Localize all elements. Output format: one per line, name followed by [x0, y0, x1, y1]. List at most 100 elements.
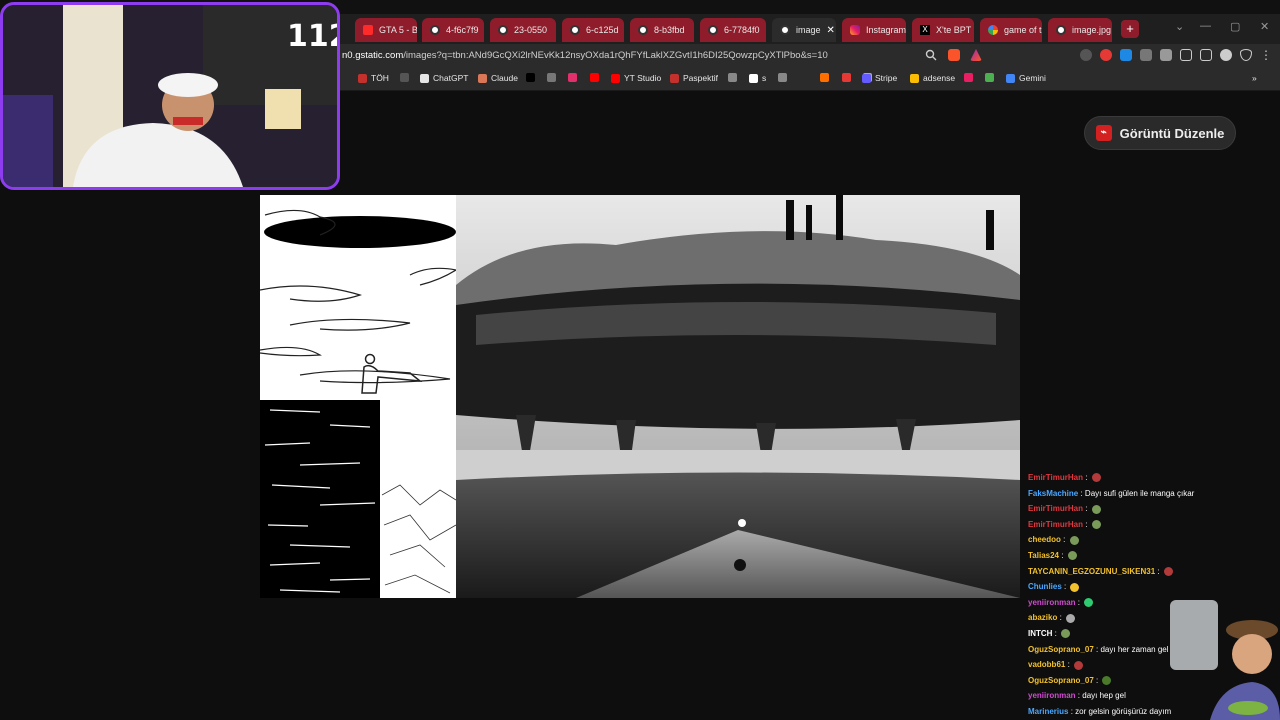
- bookmark-9[interactable]: Paspektif: [670, 73, 718, 83]
- chat-message: cheedoo :: [1028, 532, 1280, 548]
- bookmark-8[interactable]: YT Studio: [611, 73, 661, 83]
- tab-2[interactable]: 23-0550: [490, 18, 556, 42]
- chat-emote-icon: [1102, 676, 1112, 686]
- instagram-icon: [850, 25, 860, 35]
- chat-separator: :: [1093, 675, 1101, 685]
- bookmark-favicon-icon: [728, 73, 737, 82]
- close-icon[interactable]: ✕: [1260, 20, 1269, 33]
- chat-username: abaziko: [1028, 613, 1058, 623]
- sidebar-icon[interactable]: [1180, 49, 1192, 61]
- chat-separator: :: [1155, 566, 1162, 576]
- bookmark-11[interactable]: s: [749, 73, 766, 83]
- tab-6[interactable]: image ✕: [772, 18, 836, 42]
- chat-username: OguzSoprano_07: [1028, 644, 1094, 654]
- edit-image-label: Görüntü Düzenle: [1119, 125, 1225, 141]
- chat-username: FaksMachine: [1028, 488, 1079, 498]
- tab-4[interactable]: 8-b3fbd: [630, 18, 694, 42]
- bookmark-0[interactable]: TÖH: [358, 73, 389, 83]
- bookmark-16[interactable]: Stripe: [862, 73, 897, 83]
- tab-9[interactable]: game of t: [980, 18, 1042, 42]
- chevron-down-icon[interactable]: ⌄: [1175, 20, 1184, 33]
- bookmark-13[interactable]: [820, 73, 829, 82]
- bookmark-favicon-icon: [400, 73, 409, 82]
- bookmark-14[interactable]: [842, 73, 851, 82]
- zoom-icon[interactable]: [925, 49, 937, 61]
- chat-username: EmirTimurHan: [1028, 473, 1083, 482]
- tab-5[interactable]: 6-7784f0: [700, 18, 766, 42]
- chat-separator: :: [1052, 628, 1060, 638]
- puzzle-icon[interactable]: [1160, 49, 1172, 61]
- chat-separator: :: [1060, 535, 1068, 545]
- bookmark-3[interactable]: Claude: [478, 73, 518, 83]
- chat-emote-icon: [1070, 582, 1080, 592]
- tab-label: 6-c125d: [586, 25, 619, 35]
- bookmark-2[interactable]: ChatGPT: [420, 73, 468, 83]
- menu-icon[interactable]: ⋮: [1260, 49, 1272, 61]
- tab-7[interactable]: Instagram: [842, 18, 906, 42]
- tab-label: 8-b3fbd: [654, 25, 685, 35]
- bookmark-20[interactable]: Gemini: [1006, 73, 1046, 83]
- shield-icon[interactable]: [1240, 49, 1252, 61]
- url-text[interactable]: n0.gstatic.com/images?q=tbn:ANd9GcQXi2lr…: [342, 50, 828, 61]
- tab-label: 4-f6c7f9: [446, 25, 479, 35]
- wallet-icon[interactable]: [1200, 49, 1212, 61]
- acrobat-icon: ⌁: [1095, 125, 1112, 141]
- bookmark-18[interactable]: [964, 73, 973, 82]
- profile-icon[interactable]: [1220, 49, 1232, 61]
- bookmark-6[interactable]: [568, 73, 577, 82]
- painting-panel: [456, 195, 1020, 598]
- sketch-panel: [260, 195, 456, 598]
- extension-icon-1[interactable]: [1080, 49, 1092, 61]
- chat-message: EmirTimurHan :: [1028, 501, 1280, 517]
- tab-0[interactable]: GTA 5 - B: [355, 18, 417, 42]
- bookmark-4[interactable]: [526, 73, 535, 82]
- new-tab-button[interactable]: +: [1121, 20, 1139, 38]
- bookmark-19[interactable]: [985, 73, 994, 82]
- bookmark-12[interactable]: [778, 73, 787, 82]
- chat-emote-icon: [1066, 613, 1076, 623]
- chat-username: INTCH: [1028, 628, 1053, 638]
- chat-username: Marinerius: [1028, 706, 1069, 716]
- bookmark-5[interactable]: [547, 73, 556, 82]
- bookmark-favicon-icon: [862, 73, 871, 83]
- extension-icon-3[interactable]: [1120, 49, 1132, 61]
- globe-icon: [780, 25, 790, 35]
- bookmark-7[interactable]: [590, 73, 599, 82]
- streamer-avatar-overlay: [1170, 600, 1280, 720]
- brave-rewards-icon[interactable]: [970, 49, 982, 61]
- chat-emote-icon: [1061, 629, 1071, 639]
- bookmark-favicon-icon: [358, 73, 367, 83]
- chat-text: dayı hep gel: [1082, 691, 1126, 701]
- extension-icon-2[interactable]: [1100, 49, 1112, 61]
- tab-1[interactable]: 4-f6c7f9: [422, 18, 484, 42]
- bookmark-favicon-icon: [910, 73, 919, 83]
- chat-emote-icon: [1091, 504, 1101, 514]
- bookmark-favicon-icon: [526, 73, 535, 82]
- bookmark-10[interactable]: [728, 73, 737, 82]
- chat-emote-icon: [1067, 551, 1077, 561]
- chat-username: Chunlies: [1028, 582, 1062, 592]
- chat-username: cheedoo: [1028, 535, 1061, 545]
- maximize-icon[interactable]: ▢: [1230, 20, 1240, 33]
- minimize-icon[interactable]: —: [1200, 20, 1211, 32]
- bookmark-favicon-icon: [842, 73, 851, 82]
- extension-icon-4[interactable]: [1140, 49, 1152, 61]
- viewer-count: 112: [287, 19, 337, 54]
- tab-8[interactable]: X X'te BPT: [912, 18, 974, 42]
- chat-separator: :: [1057, 613, 1065, 623]
- brave-shield-icon[interactable]: [948, 49, 960, 61]
- globe-icon: [1056, 25, 1066, 35]
- tab-label: image: [796, 25, 821, 35]
- tab-3[interactable]: 6-c125d: [562, 18, 624, 42]
- bookmark-17[interactable]: adsense: [910, 73, 955, 83]
- chat-username: TAYCANIN_EGZOZUNU_SIKEN31: [1028, 566, 1156, 576]
- webcam-overlay: 112: [0, 2, 340, 190]
- close-tab-icon[interactable]: ✕: [827, 25, 835, 36]
- edit-image-button[interactable]: ⌁ Görüntü Düzenle: [1084, 116, 1236, 150]
- chat-message: Talias24 :: [1028, 548, 1280, 564]
- chat-username: OguzSoprano_07: [1028, 675, 1094, 685]
- tab-10[interactable]: image.jpg: [1048, 18, 1112, 42]
- chat-separator: :: [1058, 550, 1066, 560]
- bookmark-1[interactable]: [400, 73, 409, 82]
- more-bookmarks-icon[interactable]: »: [1252, 73, 1257, 83]
